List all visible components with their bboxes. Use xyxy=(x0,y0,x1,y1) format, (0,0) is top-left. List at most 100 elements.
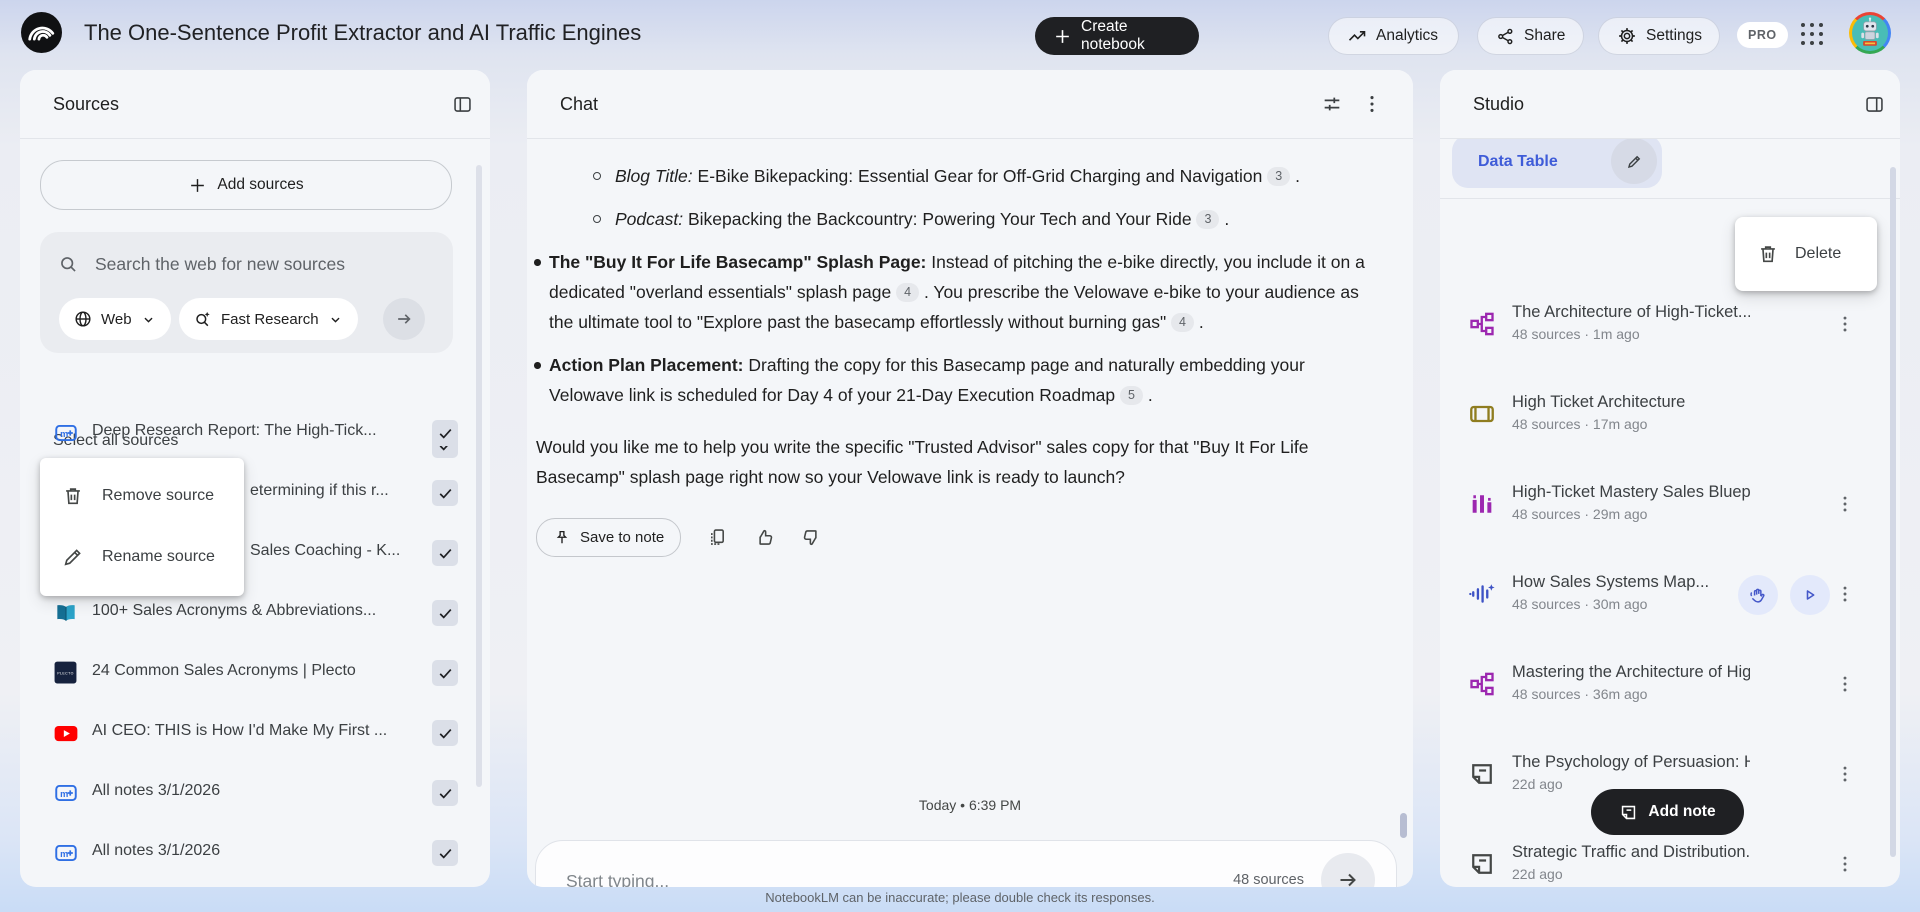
chat-settings-tune-icon[interactable] xyxy=(1321,93,1343,115)
robot-avatar-image xyxy=(1852,15,1888,51)
chat-panel-header: Chat xyxy=(527,70,1413,139)
sources-scrollbar[interactable] xyxy=(476,165,482,787)
notebooklm-logo-icon[interactable] xyxy=(21,12,62,53)
studio-item-meta: 22d ago xyxy=(1512,866,1750,882)
source-search-input[interactable] xyxy=(93,253,439,276)
citation-badge[interactable]: 4 xyxy=(896,283,919,302)
source-row[interactable]: m Deep Research Report: The High-Tick... xyxy=(20,403,490,463)
studio-scrollbar[interactable] xyxy=(1890,167,1896,857)
chat-scrollbar[interactable] xyxy=(1400,813,1407,838)
remove-source-menu-item[interactable]: Remove source xyxy=(40,465,244,526)
chat-panel-title: Chat xyxy=(560,70,598,138)
source-checkbox[interactable] xyxy=(432,600,458,626)
chat-more-options-icon[interactable] xyxy=(1361,93,1383,115)
settings-button[interactable]: Settings xyxy=(1598,17,1720,55)
studio-item-row[interactable]: High Ticket Architecture 48 sources · 17… xyxy=(1440,385,1900,445)
more-options-icon[interactable] xyxy=(1834,673,1856,697)
chat-timestamp: Today • 6:39 PM xyxy=(527,797,1413,813)
trash-icon xyxy=(62,485,84,507)
research-mode-dropdown[interactable]: Fast Research xyxy=(179,298,358,340)
studio-item-meta: 48 sources · 36m ago xyxy=(1512,686,1750,702)
share-button[interactable]: Share xyxy=(1477,17,1584,55)
studio-item-row[interactable]: How Sales Systems Map... 48 sources · 30… xyxy=(1440,565,1900,625)
more-options-icon[interactable] xyxy=(1834,763,1856,787)
svg-text:PLECTO: PLECTO xyxy=(57,671,74,675)
bullet-marker xyxy=(534,362,541,369)
search-submit-button[interactable] xyxy=(383,298,425,340)
save-to-note-button[interactable]: Save to note xyxy=(536,518,681,557)
source-context-menu: Remove source Rename source xyxy=(40,458,244,596)
plus-icon xyxy=(1053,27,1072,46)
chat-paragraph: Would you like me to help you write the … xyxy=(527,432,1373,492)
add-note-button[interactable]: Add note xyxy=(1591,789,1744,835)
thumbs-down-icon[interactable] xyxy=(801,527,822,548)
studio-item-row[interactable]: High-Ticket Mastery Sales Blueprint 48 s… xyxy=(1440,475,1900,535)
pencil-icon xyxy=(62,546,84,568)
collapse-panel-icon[interactable] xyxy=(452,94,473,115)
svg-text:m: m xyxy=(60,849,68,859)
studio-item-row[interactable]: Strategic Traffic and Distribution... 22… xyxy=(1440,835,1900,887)
web-filter-dropdown[interactable]: Web xyxy=(59,298,171,340)
source-checkbox[interactable] xyxy=(432,420,458,446)
source-row[interactable]: AI CEO: THIS is How I'd Make My First ..… xyxy=(20,703,490,763)
join-interactive-button[interactable] xyxy=(1738,575,1778,615)
chat-sub-bullet: Podcast: Bikepacking the Backcountry: Po… xyxy=(527,204,1373,234)
source-checkbox[interactable] xyxy=(432,660,458,686)
source-title: 24 Common Sales Acronyms | Plecto xyxy=(92,662,414,680)
note-icon xyxy=(1619,803,1638,822)
source-count-label: 48 sources xyxy=(1233,841,1304,887)
source-row[interactable]: m All notes 3/1/2026 xyxy=(20,823,490,883)
message-actions-row: Save to note xyxy=(536,518,1373,557)
thumbs-up-icon[interactable] xyxy=(754,527,775,548)
studio-item-row[interactable]: The Architecture of High-Ticket... 48 so… xyxy=(1440,295,1900,355)
edit-chip-button[interactable] xyxy=(1611,138,1657,184)
note-source-icon: m xyxy=(53,840,79,866)
source-title: etermining if this r... xyxy=(250,482,414,500)
chat-text-input[interactable] xyxy=(564,841,1041,887)
note-source-icon: m xyxy=(53,420,79,446)
more-options-icon[interactable] xyxy=(1834,493,1856,517)
google-apps-grid-icon[interactable] xyxy=(1798,20,1826,48)
more-options-icon[interactable] xyxy=(1834,853,1856,877)
notebook-title[interactable]: The One-Sentence Profit Extractor and AI… xyxy=(84,0,641,66)
studio-item-title: The Psychology of Persuasion: Hig... xyxy=(1512,753,1750,772)
user-avatar[interactable] xyxy=(1849,12,1891,54)
globe-icon xyxy=(73,309,93,329)
trash-icon xyxy=(1757,243,1779,265)
studio-item-meta: 48 sources · 30m ago xyxy=(1512,596,1750,612)
copy-icon[interactable] xyxy=(707,527,728,548)
analytics-button[interactable]: Analytics xyxy=(1328,17,1459,55)
disclaimer-text: NotebookLM can be inaccurate; please dou… xyxy=(0,890,1920,905)
top-header: The One-Sentence Profit Extractor and AI… xyxy=(0,0,1920,66)
citation-badge[interactable]: 5 xyxy=(1120,386,1143,405)
citation-badge[interactable]: 4 xyxy=(1171,313,1194,332)
citation-badge[interactable]: 3 xyxy=(1267,167,1290,186)
studio-chip-strip: Data Table xyxy=(1440,139,1900,199)
collapse-panel-icon[interactable] xyxy=(1864,94,1885,115)
play-audio-button[interactable] xyxy=(1790,575,1830,615)
citation-badge[interactable]: 3 xyxy=(1196,210,1219,229)
source-title: All notes 3/1/2026 xyxy=(92,842,414,860)
more-options-icon[interactable] xyxy=(1834,583,1856,607)
studio-item-row[interactable]: Mastering the Architecture of High... 48… xyxy=(1440,655,1900,715)
create-notebook-button[interactable]: Create notebook xyxy=(1035,17,1199,55)
delete-menu-item[interactable]: Delete xyxy=(1735,217,1877,291)
bar-chart-icon xyxy=(1468,490,1498,520)
source-checkbox[interactable] xyxy=(432,540,458,566)
note-icon xyxy=(1468,760,1498,790)
source-checkbox[interactable] xyxy=(432,780,458,806)
source-row[interactable]: m All notes 3/1/2026 xyxy=(20,763,490,823)
more-options-icon[interactable] xyxy=(1834,313,1856,337)
send-message-button[interactable] xyxy=(1321,853,1375,887)
rename-source-menu-item[interactable]: Rename source xyxy=(40,526,244,587)
add-sources-button[interactable]: Add sources xyxy=(40,160,452,210)
plecto-favicon: PLECTO xyxy=(53,660,79,686)
source-checkbox[interactable] xyxy=(432,720,458,746)
notebooklm-app: The One-Sentence Profit Extractor and AI… xyxy=(0,0,1920,912)
chat-bullet: The "Buy It For Life Basecamp" Splash Pa… xyxy=(527,247,1373,337)
chat-message-area: Blog Title: E-Bike Bikepacking: Essentia… xyxy=(527,139,1413,887)
source-checkbox[interactable] xyxy=(432,840,458,866)
bullet-marker xyxy=(534,259,541,266)
source-row[interactable]: PLECTO 24 Common Sales Acronyms | Plecto xyxy=(20,643,490,703)
source-checkbox[interactable] xyxy=(432,480,458,506)
